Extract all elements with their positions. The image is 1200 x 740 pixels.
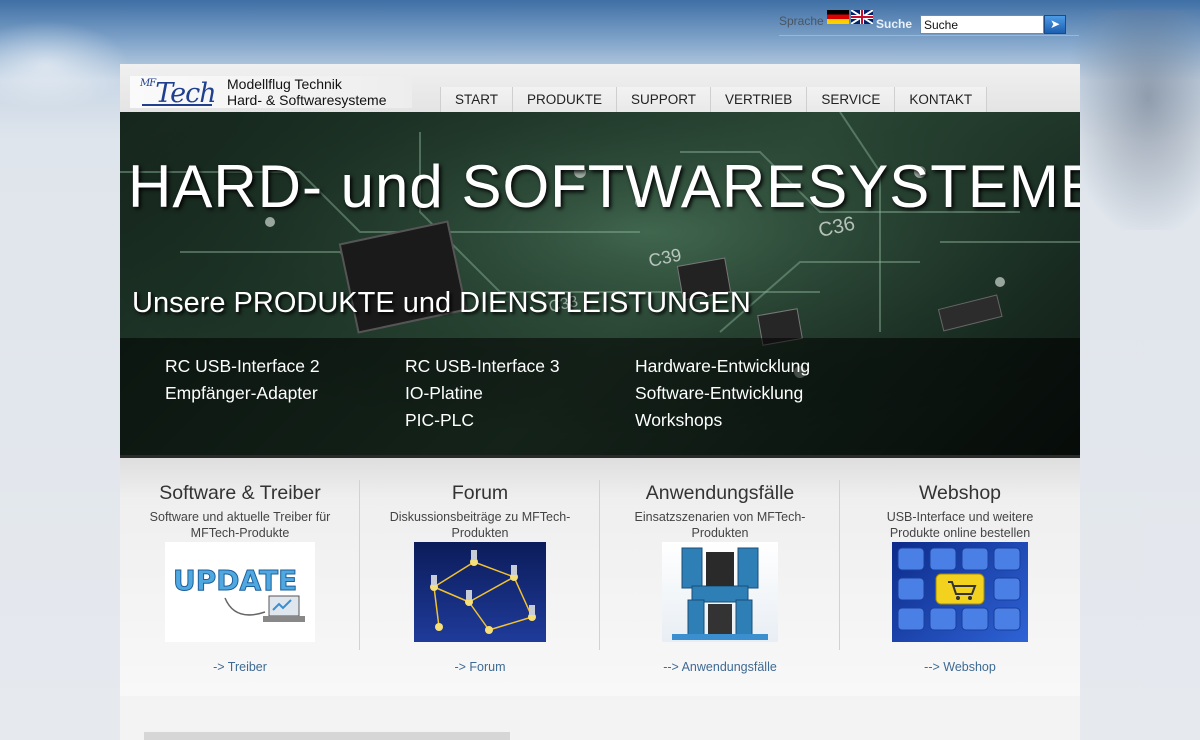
feature-anwendungsfaelle: Anwendungsfälle Einsatzszenarien von MFT… — [600, 458, 840, 696]
nav-service[interactable]: SERVICE — [807, 87, 896, 112]
feature-title: Forum — [451, 482, 509, 504]
main-nav: START PRODUKTE SUPPORT VERTRIEB SERVICE … — [440, 87, 988, 112]
feature-description: Diskussionsbeiträge zu MFTech-Produkten — [389, 510, 571, 540]
logo-tagline-1: Modellflug Technik — [227, 76, 342, 92]
link-treiber[interactable]: -> Treiber — [120, 660, 360, 674]
update-image[interactable]: UPDATE — [165, 542, 315, 642]
nav-kontakt[interactable]: KONTAKT — [895, 87, 988, 112]
hero-link-rc-usb-interface-2[interactable]: RC USB-Interface 2 — [165, 356, 320, 377]
hero-link-band: RC USB-Interface 2 Empfänger-Adapter RC … — [120, 338, 1080, 455]
hero-subtitle: Unsere PRODUKTE und DIENSTLEISTUNGEN — [132, 287, 751, 319]
arrow-right-icon: ➤ — [1049, 17, 1061, 31]
link-forum[interactable]: -> Forum — [360, 660, 600, 674]
background-remote-decoration — [1070, 10, 1200, 230]
link-anwendungsfaelle[interactable]: --> Anwendungsfälle — [600, 660, 840, 674]
feature-description: Einsatzszenarien von MFTech-Produkten — [634, 510, 806, 540]
keyboard-cart-image[interactable] — [892, 542, 1028, 642]
german-flag-icon[interactable] — [827, 10, 849, 24]
hero-link-workshops[interactable]: Workshops — [635, 410, 722, 431]
search-submit-button[interactable]: ➤ — [1044, 15, 1066, 34]
feature-description: USB-Interface und weitere Produkte onlin… — [886, 510, 1034, 540]
language-search-bar: Sprache Suche ➤ — [779, 8, 1079, 36]
hero-link-software-entwicklung[interactable]: Software-Entwicklung — [635, 383, 803, 404]
english-flag-icon[interactable] — [851, 10, 873, 24]
language-label: Sprache — [779, 14, 824, 28]
update-text: UPDATE — [173, 564, 297, 597]
feature-description: Software und aktuelle Treiber für MFTech… — [149, 510, 331, 540]
feature-title: Webshop — [918, 482, 1002, 504]
feature-forum: Forum Diskussionsbeiträge zu MFTech-Prod… — [360, 458, 600, 696]
feature-title: Software & Treiber — [159, 482, 321, 504]
logo-tagline-2: Hard- & Softwaresysteme — [227, 92, 387, 108]
feature-title: Anwendungsfälle — [645, 482, 795, 504]
hero-title: HARD- und SOFTWARESYSTEME — [128, 153, 1080, 220]
feature-webshop: Webshop USB-Interface und weitere Produk… — [840, 458, 1080, 696]
feature-software: Software & Treiber Software und aktuelle… — [120, 458, 360, 696]
hero-link-pic-plc[interactable]: PIC-PLC — [405, 410, 474, 431]
content-tab-bar — [144, 732, 510, 740]
search-input[interactable] — [920, 15, 1044, 34]
nav-vertrieb[interactable]: VERTRIEB — [711, 87, 808, 112]
logo-underline — [142, 104, 212, 106]
hero-link-hardware-entwicklung[interactable]: Hardware-Entwicklung — [635, 356, 810, 377]
nav-support[interactable]: SUPPORT — [617, 87, 712, 112]
network-image[interactable] — [414, 542, 546, 642]
hero-link-empfaenger-adapter[interactable]: Empfänger-Adapter — [165, 383, 318, 404]
hero-link-io-platine[interactable]: IO-Platine — [405, 383, 483, 404]
hero-link-rc-usb-interface-3[interactable]: RC USB-Interface 3 — [405, 356, 560, 377]
nav-produkte[interactable]: PRODUKTE — [513, 87, 618, 112]
lower-content-area — [120, 704, 1080, 740]
site-logo[interactable]: MFTech Modellflug Technik Hard- & Softwa… — [130, 76, 412, 109]
hero-banner: C36 C39 C33 HARD- und SOFTWARESYSTEME Un… — [120, 112, 1080, 455]
site-header: MFTech Modellflug Technik Hard- & Softwa… — [120, 64, 1080, 112]
link-webshop[interactable]: --> Webshop — [840, 660, 1080, 674]
feature-columns: Software & Treiber Software und aktuelle… — [120, 458, 1080, 696]
background-plane-decoration — [0, 20, 130, 110]
robot-image[interactable] — [662, 542, 778, 642]
nav-start[interactable]: START — [441, 87, 514, 112]
page-container: MFTech Modellflug Technik Hard- & Softwa… — [120, 64, 1080, 740]
search-label: Suche — [876, 17, 913, 31]
